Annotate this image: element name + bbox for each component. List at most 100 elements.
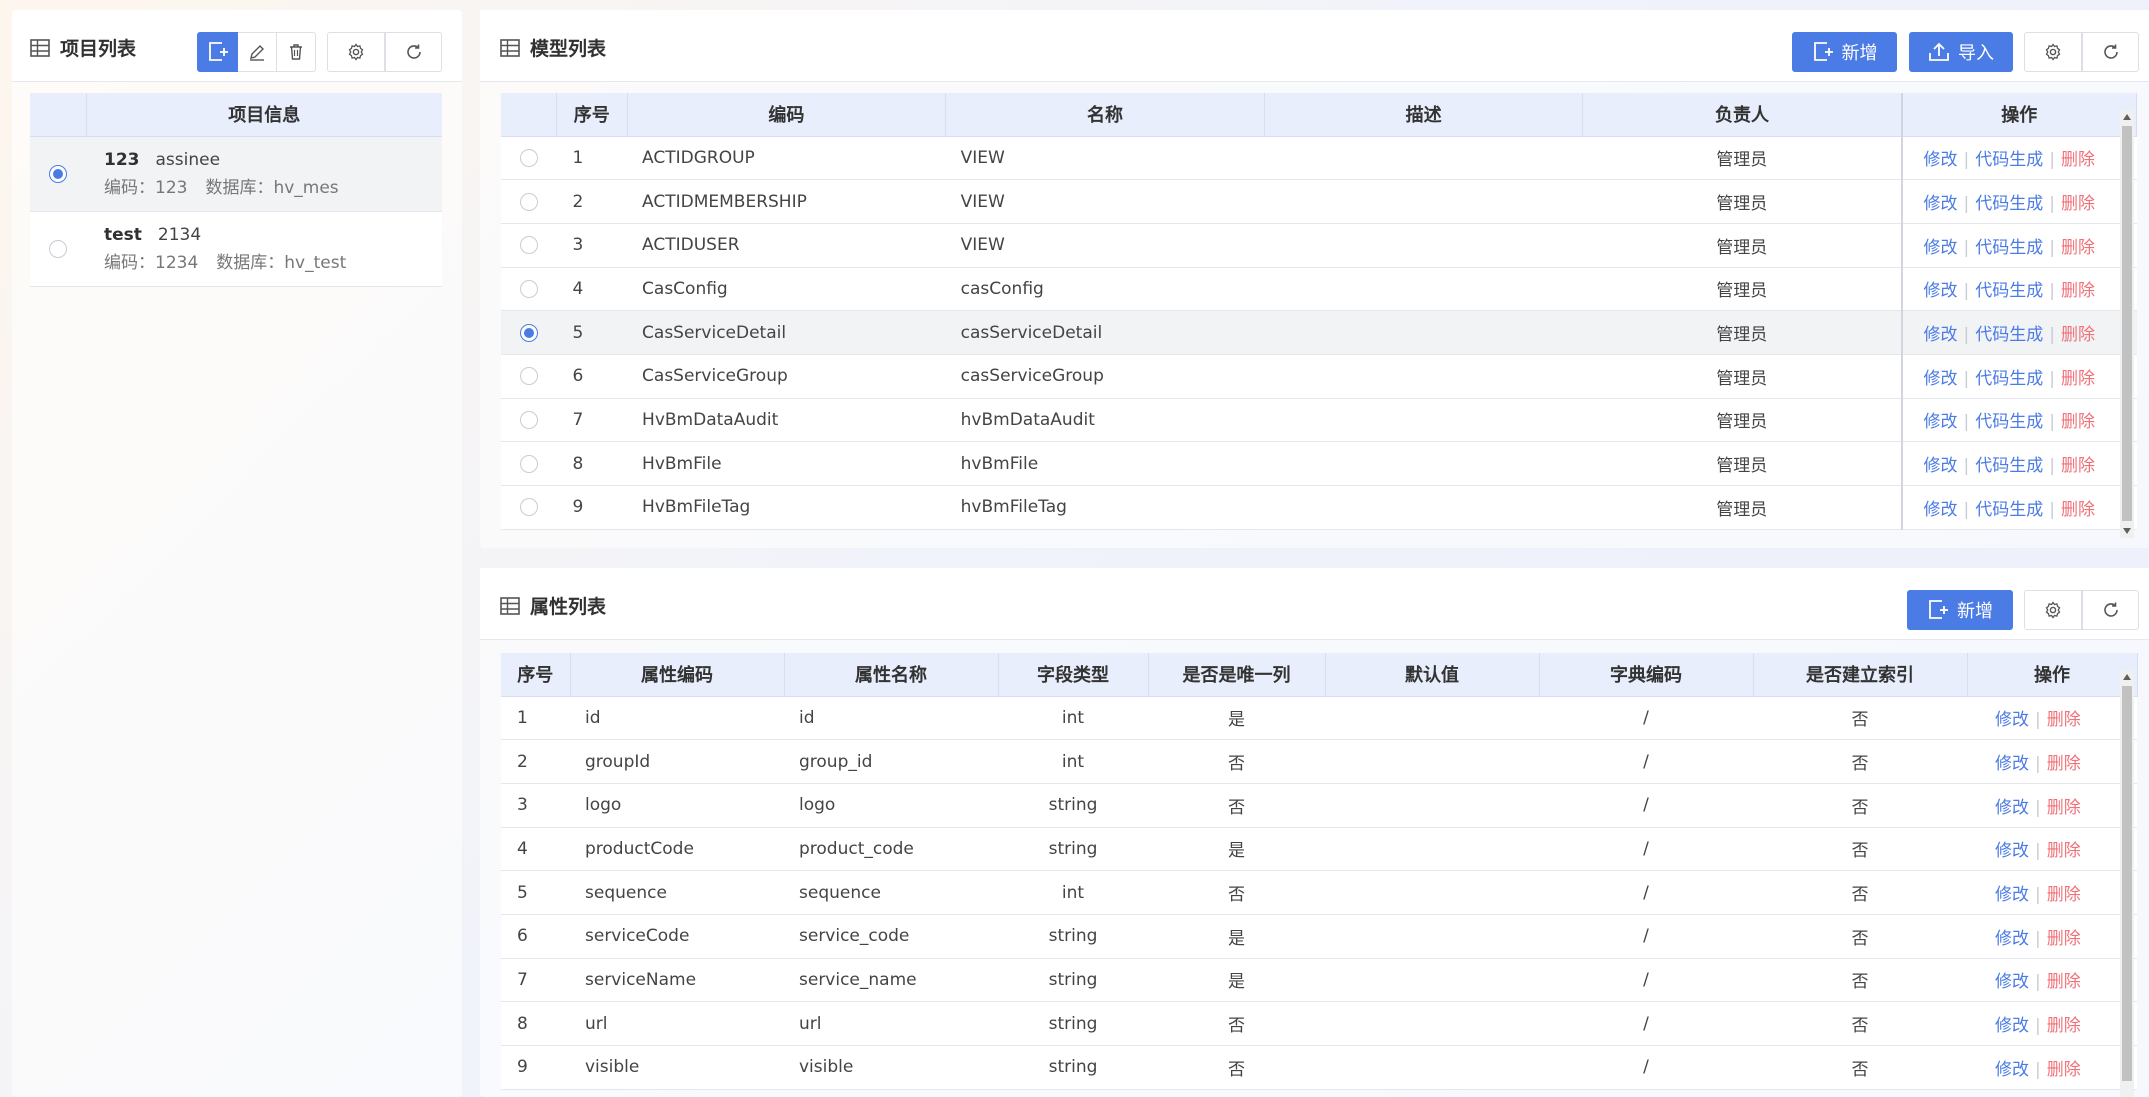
attribute-row[interactable]: 1 id id int 是 / 否修改 | 删除 [501, 696, 2137, 741]
generate-code-link[interactable]: 代码生成 [1975, 281, 2043, 301]
add-project-button[interactable] [197, 32, 238, 72]
generate-code-link[interactable]: 代码生成 [1975, 412, 2043, 432]
edit-attribute-link[interactable]: 修改 [1995, 754, 2029, 774]
delete-model-link[interactable]: 删除 [2061, 369, 2095, 389]
project-row[interactable]: test 2134 编码：1234 数据库：hv_test [30, 211, 442, 287]
delete-attribute-link[interactable]: 删除 [2047, 1016, 2081, 1036]
model-row[interactable]: 8 HvBmFile hvBmFile 管理员 修改 | 代码生成 | 删除 [501, 441, 2137, 486]
model-radio[interactable] [519, 498, 538, 517]
model-radio[interactable] [519, 367, 538, 386]
delete-model-link[interactable]: 删除 [2061, 500, 2095, 520]
model-select-cell[interactable] [501, 136, 557, 181]
model-scroll-thumb[interactable] [2122, 126, 2132, 521]
generate-code-link[interactable]: 代码生成 [1975, 150, 2043, 170]
model-select-cell[interactable] [501, 310, 557, 355]
delete-attribute-link[interactable]: 删除 [2047, 1060, 2081, 1080]
project-info-cell[interactable]: test 2134 编码：1234 数据库：hv_test [86, 211, 442, 287]
generate-code-link[interactable]: 代码生成 [1975, 194, 2043, 214]
model-row[interactable]: 9 HvBmFileTag hvBmFileTag 管理员 修改 | 代码生成 | 删除 [501, 485, 2137, 530]
generate-code-link[interactable]: 代码生成 [1975, 325, 2043, 345]
delete-attribute-link[interactable]: 删除 [2047, 754, 2081, 774]
project-radio[interactable] [49, 239, 67, 258]
add-attribute-button[interactable]: 新增 [1907, 590, 2013, 630]
delete-attribute-link[interactable]: 删除 [2047, 929, 2081, 949]
edit-model-link[interactable]: 修改 [1924, 194, 1958, 214]
edit-model-link[interactable]: 修改 [1924, 456, 1958, 476]
delete-model-link[interactable]: 删除 [2061, 238, 2095, 258]
attribute-row[interactable]: 6 serviceCode service_code string 是 / 否 修改 | 删除 [501, 914, 2137, 959]
generate-code-link[interactable]: 代码生成 [1975, 456, 2043, 476]
project-row[interactable]: 123 assinee 编码：123 数据库：hv_mes [30, 136, 442, 212]
edit-attribute-link[interactable]: 修改 [1995, 885, 2029, 905]
model-select-cell[interactable] [501, 267, 557, 312]
project-refresh-button[interactable] [385, 32, 442, 72]
delete-model-link[interactable]: 删除 [2061, 412, 2095, 432]
model-settings-button[interactable] [2024, 32, 2082, 72]
edit-attribute-link[interactable]: 修改 [1995, 929, 2029, 949]
project-radio[interactable] [49, 164, 67, 183]
edit-attribute-link[interactable]: 修改 [1995, 841, 2029, 861]
edit-model-link[interactable]: 修改 [1924, 369, 1958, 389]
project-select-cell[interactable] [30, 211, 86, 287]
delete-attribute-link[interactable]: 删除 [2047, 798, 2081, 818]
edit-attribute-link[interactable]: 修改 [1995, 798, 2029, 818]
model-row[interactable]: 2 ACTIDMEMBERSHIP VIEW 管理员 修改 | 代码生成 | 删除 [501, 179, 2137, 224]
project-settings-button[interactable] [327, 32, 385, 72]
model-select-cell[interactable] [501, 398, 557, 443]
attribute-row[interactable]: 3 logo logo string 否 / 否修改 | 删除 [501, 783, 2137, 828]
edit-model-link[interactable]: 修改 [1924, 500, 1958, 520]
generate-code-link[interactable]: 代码生成 [1975, 500, 2043, 520]
attribute-row[interactable]: 4 productCode product_code string 是 / 否 修改 | 删除 [501, 827, 2137, 872]
attribute-table-scrollbar[interactable] [2120, 670, 2134, 1097]
edit-attribute-link[interactable]: 修改 [1995, 710, 2029, 730]
attribute-row[interactable]: 7 serviceName service_name string 是 / 否 修改 | 删除 [501, 958, 2137, 1003]
model-row[interactable]: 3 ACTIDUSER VIEW 管理员 修改 | 代码生成 | 删除 [501, 223, 2137, 268]
attribute-row[interactable]: 9 visible visible string 否 / 否修改 | 删除 [501, 1045, 2137, 1090]
model-radio[interactable] [519, 410, 538, 429]
model-radio[interactable] [519, 192, 538, 211]
model-select-cell[interactable] [501, 179, 557, 224]
attribute-row[interactable]: 2 groupId group_id int 否 / 否修改 | 删除 [501, 739, 2137, 784]
project-select-cell[interactable] [30, 136, 86, 212]
edit-model-link[interactable]: 修改 [1924, 238, 1958, 258]
generate-code-link[interactable]: 代码生成 [1975, 369, 2043, 389]
model-radio[interactable] [519, 279, 538, 298]
model-table-scrollbar[interactable] [2120, 110, 2134, 538]
delete-attribute-link[interactable]: 删除 [2047, 710, 2081, 730]
edit-attribute-link[interactable]: 修改 [1995, 1060, 2029, 1080]
edit-model-link[interactable]: 修改 [1924, 281, 1958, 301]
model-radio[interactable] [519, 323, 538, 342]
edit-attribute-link[interactable]: 修改 [1995, 1016, 2029, 1036]
import-model-button[interactable]: 导入 [1909, 32, 2013, 72]
edit-model-link[interactable]: 修改 [1924, 325, 1958, 345]
edit-model-link[interactable]: 修改 [1924, 412, 1958, 432]
delete-model-link[interactable]: 删除 [2061, 325, 2095, 345]
model-row[interactable]: 6 CasServiceGroup casServiceGroup 管理员 修改 | 代码生… [501, 354, 2137, 399]
delete-project-button[interactable] [277, 32, 316, 72]
attribute-row[interactable]: 8 url url string 否 / 否修改 | 删除 [501, 1001, 2137, 1046]
scroll-up-icon[interactable] [2123, 674, 2131, 680]
attribute-refresh-button[interactable] [2082, 590, 2139, 630]
model-row[interactable]: 1 ACTIDGROUP VIEW 管理员 修改 | 代码生成 | 删除 [501, 136, 2137, 181]
delete-attribute-link[interactable]: 删除 [2047, 972, 2081, 992]
model-radio[interactable] [519, 148, 538, 167]
delete-model-link[interactable]: 删除 [2061, 150, 2095, 170]
model-select-cell[interactable] [501, 223, 557, 268]
attribute-settings-button[interactable] [2024, 590, 2082, 630]
model-row[interactable]: 5 CasServiceDetail casServiceDetail 管理员 修改 | 代… [501, 310, 2137, 355]
model-row[interactable]: 7 HvBmDataAudit hvBmDataAudit 管理员 修改 | 代码生成 | 删除 [501, 398, 2137, 443]
edit-project-button[interactable] [238, 32, 277, 72]
delete-model-link[interactable]: 删除 [2061, 194, 2095, 214]
delete-attribute-link[interactable]: 删除 [2047, 885, 2081, 905]
attribute-row[interactable]: 5 sequence sequence int 否 / 否修改 | 删除 [501, 870, 2137, 915]
scroll-up-icon[interactable] [2123, 114, 2131, 120]
edit-model-link[interactable]: 修改 [1924, 150, 1958, 170]
edit-attribute-link[interactable]: 修改 [1995, 972, 2029, 992]
project-info-cell[interactable]: 123 assinee 编码：123 数据库：hv_mes [86, 136, 442, 212]
model-radio[interactable] [519, 236, 538, 255]
model-select-cell[interactable] [501, 441, 557, 486]
model-select-cell[interactable] [501, 485, 557, 530]
add-model-button[interactable]: 新增 [1792, 32, 1897, 72]
model-radio[interactable] [519, 454, 538, 473]
model-select-cell[interactable] [501, 354, 557, 399]
